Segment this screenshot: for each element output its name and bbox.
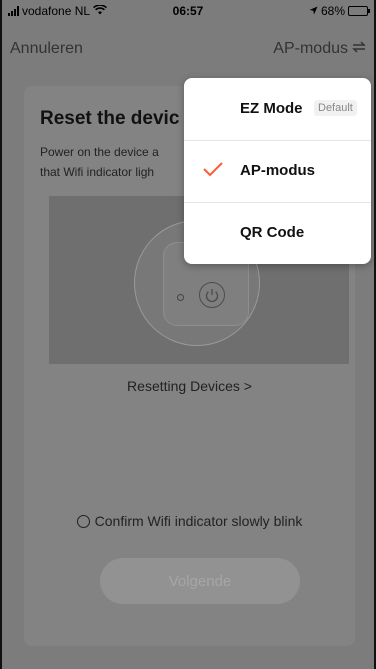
check-icon xyxy=(202,158,224,180)
phone-screen: vodafone NL 06:57 68% Annuleren AP-modus… xyxy=(0,0,376,669)
swap-arrows-icon xyxy=(352,40,366,58)
menu-item-label: AP-modus xyxy=(240,162,315,179)
indicator-light xyxy=(177,294,184,301)
radio-icon[interactable] xyxy=(76,514,90,528)
mode-label: AP-modus xyxy=(273,40,348,57)
card-title: Reset the devic xyxy=(40,108,180,129)
battery-icon xyxy=(348,6,370,16)
menu-item-qr-code[interactable]: QR Code xyxy=(184,202,371,264)
confirm-checkbox[interactable]: Confirm Wifi indicator slowly blink xyxy=(24,513,355,529)
power-icon xyxy=(199,282,225,308)
menu-item-label: QR Code xyxy=(240,224,305,241)
default-badge: Default xyxy=(314,100,357,116)
status-right: 68% xyxy=(309,4,370,18)
cancel-button[interactable]: Annuleren xyxy=(10,40,83,58)
menu-item-label: EZ Mode xyxy=(240,100,303,117)
confirm-label: Confirm Wifi indicator slowly blink xyxy=(94,513,303,529)
menu-item-ez-mode[interactable]: EZ Mode Default xyxy=(184,78,371,140)
status-bar: vodafone NL 06:57 68% xyxy=(2,0,374,22)
next-button[interactable]: Volgende xyxy=(100,558,300,604)
resetting-devices-link[interactable]: Resetting Devices > xyxy=(24,378,355,394)
location-arrow-icon xyxy=(309,4,318,18)
mode-dropdown-menu: EZ Mode Default AP-modus QR Code xyxy=(184,78,371,264)
nav-bar: Annuleren AP-modus xyxy=(2,26,374,62)
battery-percent: 68% xyxy=(320,4,345,18)
menu-item-ap-modus[interactable]: AP-modus xyxy=(184,140,371,202)
mode-switch-button[interactable]: AP-modus xyxy=(273,40,366,58)
